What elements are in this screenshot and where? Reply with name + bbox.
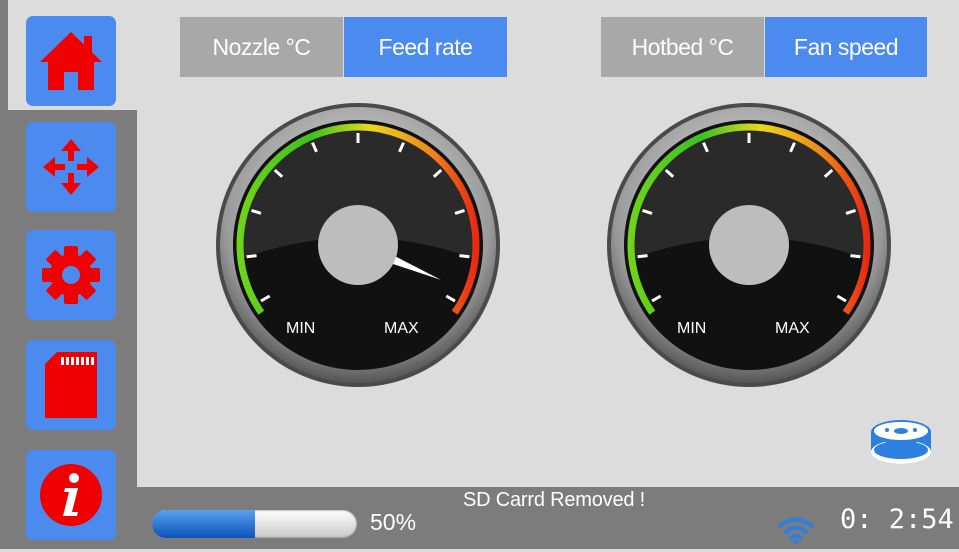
gauge-tick — [459, 254, 470, 259]
tab-fan-speed[interactable]: Fan speed — [765, 17, 927, 77]
sidebar-item-info[interactable] — [8, 442, 137, 552]
gauge-hub — [709, 205, 789, 285]
home-icon — [40, 32, 102, 90]
feed-rate-gauge[interactable]: MIN MAX — [213, 100, 503, 390]
gauge-min-label: MIN — [677, 320, 706, 337]
gauge-min-label: MIN — [286, 320, 315, 337]
print-time-clock: 0: 2:54 — [840, 504, 954, 535]
gauge-tick — [637, 254, 648, 259]
sd-card-button[interactable] — [26, 340, 116, 430]
sidebar — [0, 0, 137, 549]
tab-hotbed-temp[interactable]: Hotbed °C — [601, 17, 764, 77]
info-button[interactable] — [26, 450, 116, 540]
gauge-tick — [850, 254, 861, 259]
sd-card-icon — [45, 352, 97, 418]
move-button[interactable] — [26, 122, 116, 212]
status-bar: 50% SD Carrd Removed ! 0: 2:54 — [137, 487, 959, 549]
print-progress-fill — [152, 510, 255, 538]
gauge-hub — [318, 205, 398, 285]
filament-spool-icon[interactable] — [865, 410, 937, 470]
tab-feed-rate[interactable]: Feed rate — [344, 17, 507, 77]
status-message: SD Carrd Removed ! — [463, 489, 646, 511]
fan-speed-gauge[interactable]: MIN MAX — [604, 100, 894, 390]
info-icon — [40, 464, 102, 526]
gauge-max-label: MAX — [384, 320, 419, 337]
print-progress-bar — [152, 510, 357, 538]
tab-nozzle-temp[interactable]: Nozzle °C — [180, 17, 343, 77]
move-arrows-icon — [43, 139, 99, 195]
main-panel: Nozzle °C Feed rate Hotbed °C Fan speed … — [137, 0, 959, 487]
gear-icon — [42, 246, 100, 304]
settings-button[interactable] — [26, 230, 116, 320]
progress-percent: 50% — [370, 509, 417, 535]
sidebar-item-sd-card[interactable] — [8, 332, 137, 442]
wifi-icon — [778, 517, 814, 545]
gauge-max-label: MAX — [775, 320, 810, 337]
sidebar-item-settings[interactable] — [8, 222, 137, 332]
gauge-tick — [246, 254, 257, 259]
sidebar-item-move[interactable] — [8, 112, 137, 222]
home-button[interactable] — [26, 16, 116, 106]
sidebar-item-home[interactable] — [8, 0, 137, 110]
